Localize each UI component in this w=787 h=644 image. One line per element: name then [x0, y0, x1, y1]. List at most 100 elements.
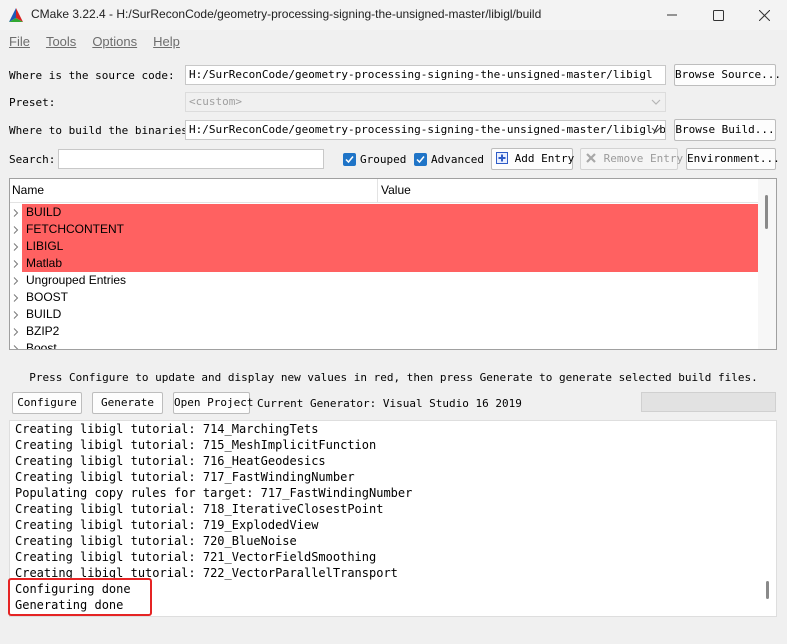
chevron-right-icon[interactable]	[13, 226, 19, 234]
advanced-label: Advanced	[431, 152, 484, 166]
chevron-right-icon[interactable]	[13, 294, 19, 302]
menu-help[interactable]: Help	[145, 33, 188, 53]
grouped-label: Grouped	[360, 152, 407, 166]
remove-entry-label: Remove Entry	[603, 152, 684, 165]
chevron-right-icon[interactable]	[13, 243, 19, 251]
scrollbar-thumb[interactable]	[766, 581, 769, 599]
hint-text: Press Configure to update and display ne…	[29, 371, 758, 384]
row-name: Boost	[26, 341, 57, 350]
search-label: Search:	[9, 153, 56, 166]
scrollbar-thumb[interactable]	[765, 195, 768, 229]
output-line: Creating libigl tutorial: 716_HeatGeodes…	[15, 454, 326, 468]
search-input[interactable]	[58, 149, 324, 169]
row-name: Matlab	[26, 256, 63, 270]
menu-file-label: File	[9, 34, 30, 49]
new-entry-highlight	[22, 221, 760, 238]
column-header-value[interactable]: Value	[380, 179, 411, 203]
row-name: BOOST	[26, 290, 69, 304]
table-scrollbar[interactable]	[758, 179, 776, 349]
remove-icon	[586, 153, 596, 163]
output-line: Creating libigl tutorial: 718_IterativeC…	[15, 502, 384, 516]
annotation-highlight-box	[8, 578, 152, 616]
cmake-logo-icon	[9, 8, 23, 22]
current-generator-text: Current Generator: Visual Studio 16 2019	[257, 397, 522, 410]
menu-options-label: Options	[92, 34, 138, 49]
table-body: BUILD FETCHCONTENT LIBIGL Matlab Ungrouped E…	[10, 204, 760, 350]
row-name: BZIP2	[26, 324, 60, 338]
source-path-input[interactable]: H:/SurReconCode/geometry-processing-sign…	[185, 65, 666, 85]
new-entry-highlight	[22, 255, 760, 272]
output-line: Populating copy rules for target: 717_Fa…	[15, 486, 413, 500]
chevron-down-icon	[651, 99, 661, 105]
table-row[interactable]: Ungrouped Entries	[10, 272, 760, 289]
preset-label: Preset:	[9, 96, 56, 109]
column-divider	[377, 179, 378, 203]
generate-button[interactable]: Generate	[92, 392, 163, 414]
environment-button[interactable]: Environment...	[686, 148, 780, 170]
browse-build-button[interactable]: Browse Build...	[674, 119, 776, 141]
build-label: Where to build the binaries:	[9, 124, 195, 137]
minimize-button[interactable]	[649, 0, 695, 30]
browse-source-button[interactable]: Browse Source...	[674, 64, 781, 86]
grouped-checkbox[interactable]: Grouped	[343, 151, 406, 167]
new-entry-highlight	[22, 204, 760, 221]
checkbox-checked-icon	[343, 152, 356, 166]
output-line: Creating libigl tutorial: 715_MeshImplic…	[15, 438, 377, 452]
chevron-right-icon[interactable]	[13, 209, 19, 217]
menu-tools[interactable]: Tools	[38, 33, 84, 53]
table-row[interactable]: BUILD	[10, 204, 760, 221]
maximize-icon	[712, 9, 724, 21]
add-entry-button[interactable]: Add Entry	[491, 148, 575, 170]
advanced-checkbox[interactable]: Advanced	[414, 151, 484, 167]
source-label: Where is the source code:	[9, 69, 175, 82]
menu-help-label: Help	[153, 34, 180, 49]
close-icon	[758, 9, 770, 21]
row-name: BUILD	[26, 205, 62, 219]
menu-file[interactable]: File	[0, 33, 38, 53]
preset-combobox[interactable]: <custom>	[185, 92, 666, 112]
chevron-right-icon[interactable]	[13, 311, 19, 319]
add-entry-label: Add Entry	[514, 152, 575, 165]
table-row[interactable]: FETCHCONTENT	[10, 221, 760, 238]
checkbox-checked-icon	[414, 152, 427, 166]
column-header-name[interactable]: Name	[11, 179, 44, 203]
window-title: CMake 3.22.4 - H:/SurReconCode/geometry-…	[31, 7, 542, 21]
new-entry-highlight	[22, 238, 760, 255]
table-header: Name Value	[10, 179, 776, 203]
table-row[interactable]: Matlab	[10, 255, 760, 272]
chevron-right-icon[interactable]	[13, 260, 19, 268]
output-line: Creating libigl tutorial: 714_MarchingTe…	[15, 422, 319, 436]
progress-bar	[641, 392, 776, 412]
table-row[interactable]: Boost	[10, 340, 760, 350]
output-line: Creating libigl tutorial: 721_VectorFiel…	[15, 550, 377, 564]
title-bar: CMake 3.22.4 - H:/SurReconCode/geometry-…	[0, 0, 787, 30]
maximize-button[interactable]	[695, 0, 741, 30]
chevron-right-icon[interactable]	[13, 328, 19, 336]
menu-options[interactable]: Options	[84, 33, 145, 53]
row-name: LIBIGL	[26, 239, 64, 253]
output-line: Creating libigl tutorial: 717_FastWindin…	[15, 470, 355, 484]
minimize-icon	[667, 14, 677, 16]
row-name: Ungrouped Entries	[26, 273, 127, 287]
add-icon	[496, 152, 508, 164]
row-name: BUILD	[26, 307, 62, 321]
table-row[interactable]: BOOST	[10, 289, 760, 306]
output-line: Creating libigl tutorial: 720_BlueNoise	[15, 534, 297, 548]
menu-bar: File Tools Options Help	[0, 33, 787, 53]
build-path-value: H:/SurReconCode/geometry-processing-sign…	[189, 123, 666, 136]
build-path-combobox[interactable]: H:/SurReconCode/geometry-processing-sign…	[185, 120, 666, 140]
chevron-right-icon[interactable]	[13, 277, 19, 285]
chevron-right-icon[interactable]	[13, 345, 19, 350]
configure-button[interactable]: Configure	[12, 392, 82, 414]
output-scrollbar[interactable]	[760, 421, 776, 616]
table-row[interactable]: LIBIGL	[10, 238, 760, 255]
table-row[interactable]: BUILD	[10, 306, 760, 323]
table-row[interactable]: BZIP2	[10, 323, 760, 340]
cache-variables-table[interactable]: Name Value BUILD FETCHCONTENT LIBIGL Matlab…	[9, 178, 777, 350]
close-button[interactable]	[741, 0, 787, 30]
remove-entry-button[interactable]: Remove Entry	[580, 148, 683, 170]
open-project-button[interactable]: Open Project	[173, 392, 253, 414]
cmake-window: CMake 3.22.4 - H:/SurReconCode/geometry-…	[0, 0, 787, 644]
row-name: FETCHCONTENT	[26, 222, 124, 236]
preset-value: <custom>	[189, 95, 242, 108]
